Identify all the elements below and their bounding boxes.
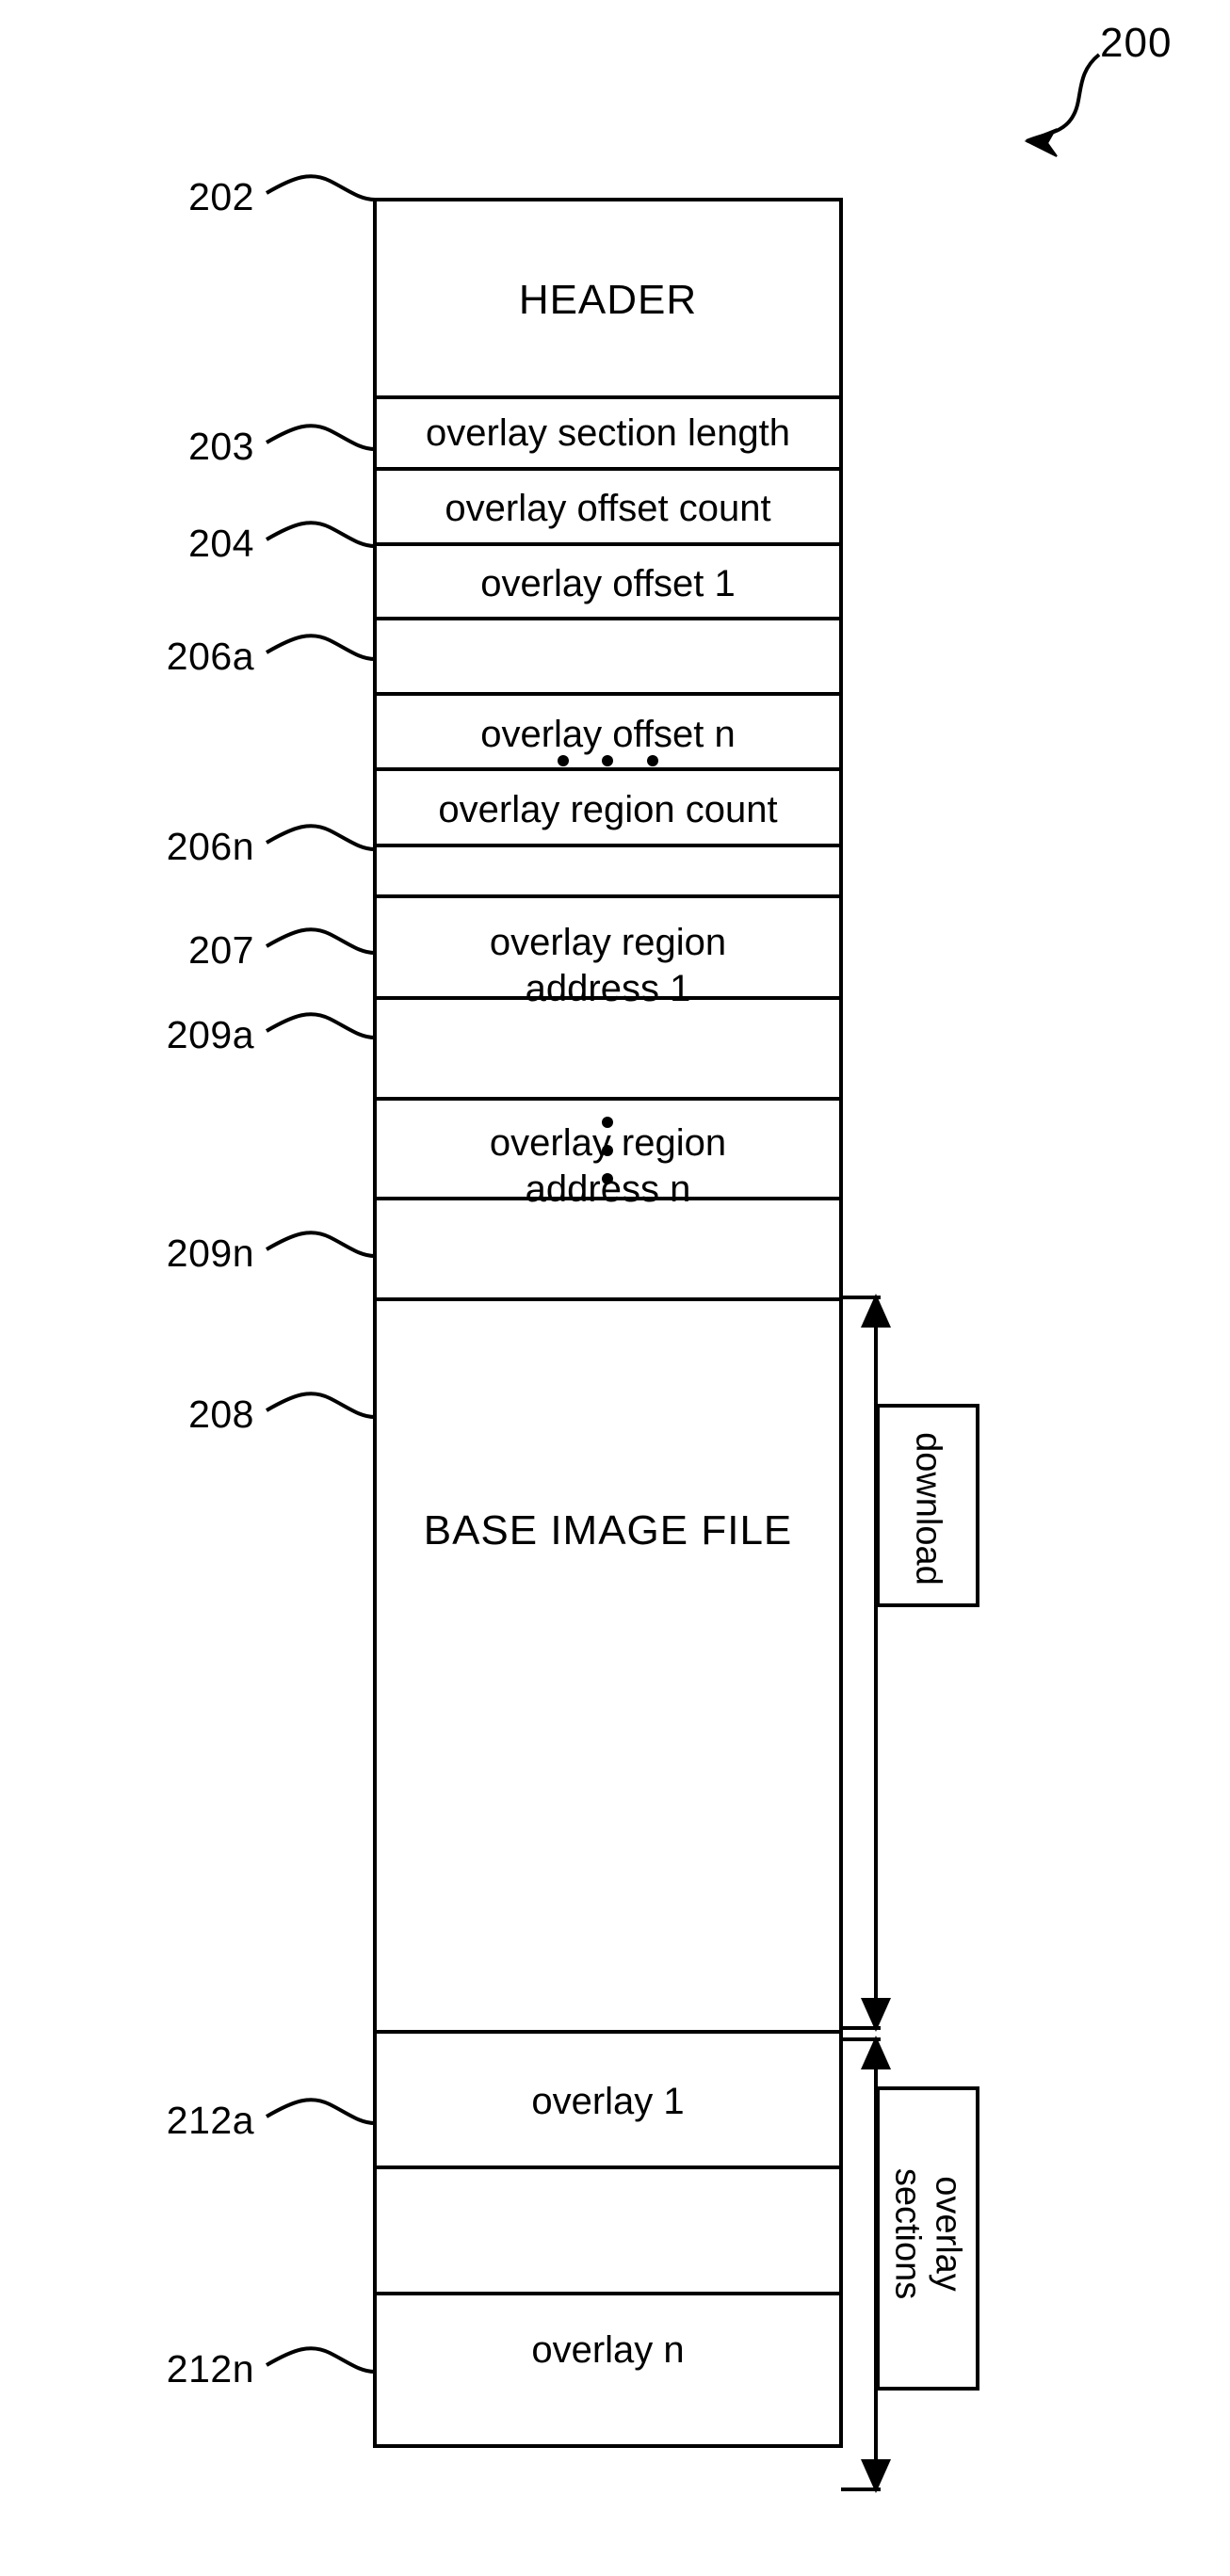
reference-numeral-203: 203 [188,425,254,468]
row-label-overlay-region-count: overlay region count [438,789,778,830]
row-label-overlay-offset-1: overlay offset 1 [480,563,736,604]
overlay-sections-bracket-label: overlay sections [888,2167,968,2300]
reference-leader-lines [265,174,376,2374]
download-bracket-line [841,1296,881,2030]
reference-numeral-202: 202 [188,175,254,218]
figure-id-label: 200 [1100,20,1173,66]
reference-numeral-207: 207 [188,928,254,972]
row-label-overlay-section-length: overlay section length [426,412,790,454]
row-label-overlay-n: overlay n [531,2329,685,2371]
overlay-sections-bracket-line [841,2037,881,2491]
row-label-base-image-file: BASE IMAGE FILE [423,1507,793,1554]
figure-id-leader [1026,53,1101,143]
figure-id-arrowhead [1024,128,1058,157]
reference-numeral-204: 204 [188,522,254,565]
reference-numeral-206a: 206a [166,635,254,678]
reference-numeral-209a: 209a [166,1013,254,1056]
reference-numeral-212a: 212a [166,2099,254,2142]
row-label-overlay-region-address-1: overlay region address 1 [489,922,727,1009]
reference-numeral-209n: 209n [166,1232,254,1275]
row-label-overlay-1: overlay 1 [531,2081,685,2122]
row-label-header: HEADER [518,277,698,323]
reference-numeral-212n: 212n [166,2347,254,2391]
reference-numeral-208: 208 [188,1393,254,1436]
download-bracket-label: download [908,1432,948,1586]
figure-line-art [265,53,1101,2493]
reference-numeral-206n: 206n [166,825,254,868]
row-label-overlay-offset-count: overlay offset count [445,488,771,529]
figure-canvas: 200 202 203 204 206a 206n 207 209a 209n … [0,0,1230,2576]
row-separators [375,395,841,2295]
row-label-overlay-offset-n: overlay offset n [480,714,736,755]
row-label-overlay-region-address-n: overlay region address n [489,1122,727,1210]
